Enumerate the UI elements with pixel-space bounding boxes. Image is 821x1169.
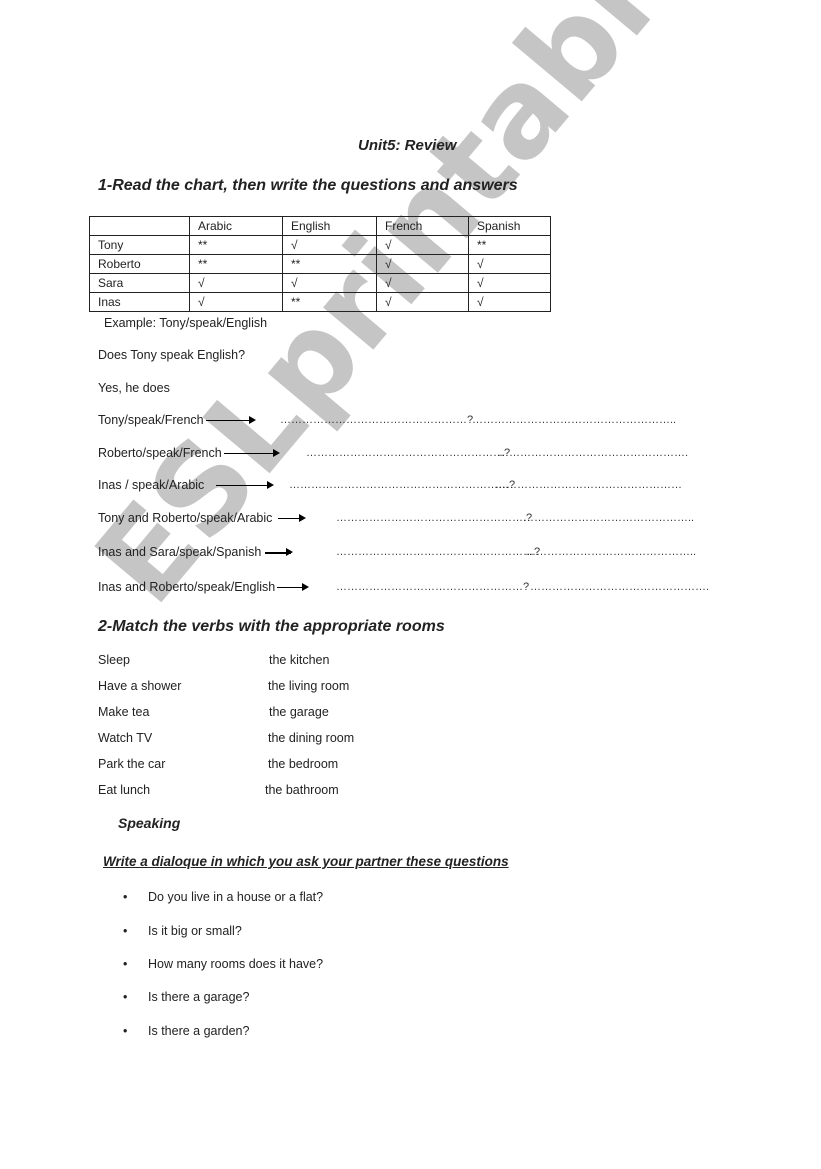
prompt-cue: Tony and Roberto/speak/Arabic bbox=[98, 511, 273, 525]
chart-cell: Tony bbox=[89, 235, 190, 255]
chart-cell: √ bbox=[189, 273, 283, 293]
answer-blank[interactable]: ……………………………………….. bbox=[523, 512, 694, 524]
chart-row: Roberto ** ** √ √ bbox=[89, 254, 551, 274]
chart-cell bbox=[89, 216, 190, 236]
question-blank[interactable]: ………………………………………………? bbox=[306, 447, 510, 459]
room-item: the kitchen bbox=[269, 653, 330, 667]
chart-cell: √ bbox=[468, 254, 551, 274]
chart-cell: ** bbox=[282, 292, 377, 312]
question-item: • Do you live in a house or a flat? bbox=[123, 890, 324, 904]
prompt-row: Inas / speak/Arabic bbox=[98, 478, 275, 492]
bullet-icon: • bbox=[123, 890, 128, 904]
bullet-icon: • bbox=[123, 1024, 128, 1038]
prompt-cue: Tony/speak/French bbox=[98, 413, 204, 427]
chart-cell: ** bbox=[189, 254, 283, 274]
chart-cell: ** bbox=[189, 235, 283, 255]
chart-header: Spanish bbox=[468, 216, 551, 236]
prompt-row: Inas and Roberto/speak/English bbox=[98, 580, 310, 594]
verb-item: Make tea bbox=[98, 705, 150, 719]
chart-cell: √ bbox=[468, 292, 551, 312]
chart-cell: √ bbox=[376, 235, 469, 255]
prompt-cue: Inas / speak/Arabic bbox=[98, 478, 205, 492]
prompt-row: Roberto/speak/French bbox=[98, 446, 280, 460]
prompt-row: Tony/speak/French bbox=[98, 413, 256, 427]
question-text: Is there a garden? bbox=[148, 1024, 250, 1038]
answer-blank[interactable]: …………………………………………… bbox=[495, 479, 682, 491]
arrow-icon bbox=[277, 583, 310, 592]
section1-heading: 1-Read the chart, then write the questio… bbox=[98, 177, 518, 194]
room-item: the dining room bbox=[268, 731, 355, 745]
answer-blank[interactable]: ……………………………………………….. bbox=[472, 414, 676, 426]
question-item: • Is there a garden? bbox=[123, 1024, 250, 1038]
answer-blank[interactable]: ……………………………………………. bbox=[498, 447, 688, 459]
chart-row: Inas √ ** √ √ bbox=[89, 292, 551, 312]
chart-cell: Inas bbox=[89, 292, 190, 312]
prompt-row: Inas and Sara/speak/Spanish bbox=[98, 545, 294, 559]
chart-cell: ** bbox=[468, 235, 551, 255]
chart-cell: Roberto bbox=[89, 254, 190, 274]
bullet-icon: • bbox=[123, 924, 128, 938]
answer-blank[interactable]: …………………………………………. bbox=[530, 581, 709, 593]
chart-cell: √ bbox=[376, 273, 469, 293]
room-item: the bedroom bbox=[268, 757, 339, 771]
section2-heading: 2-Match the verbs with the appropriate r… bbox=[98, 618, 445, 635]
prompt-cue: Roberto/speak/French bbox=[98, 446, 222, 460]
answer-blank[interactable]: ……………………………………….. bbox=[525, 546, 696, 558]
question-blank[interactable]: ………………………………………………? bbox=[336, 546, 540, 558]
chart-cell: √ bbox=[376, 292, 469, 312]
watermark: ESLprintables.com bbox=[70, 0, 821, 630]
page-title: Unit5: Review bbox=[358, 137, 457, 154]
question-blank[interactable]: …………………………………………….? bbox=[336, 512, 532, 524]
arrow-icon bbox=[216, 481, 275, 490]
chart-header: Arabic bbox=[189, 216, 283, 236]
verb-item: Eat lunch bbox=[98, 783, 151, 797]
prompt-row: Tony and Roberto/speak/Arabic bbox=[98, 511, 307, 525]
chart-cell: √ bbox=[189, 292, 283, 312]
chart-header: French bbox=[376, 216, 469, 236]
question-blank[interactable]: ……………………………………………? bbox=[336, 581, 529, 593]
bullet-icon: • bbox=[123, 957, 128, 971]
verb-item: Park the car bbox=[98, 757, 166, 771]
question-item: • Is it big or small? bbox=[123, 924, 242, 938]
chart-row: Sara √ √ √ √ bbox=[89, 273, 551, 293]
chart-cell: Sara bbox=[89, 273, 190, 293]
prompt-cue: Inas and Sara/speak/Spanish bbox=[98, 545, 262, 559]
question-text: Is there a garage? bbox=[148, 990, 250, 1004]
question-text: Is it big or small? bbox=[148, 924, 242, 938]
example-label: Example: Tony/speak/English bbox=[104, 316, 268, 330]
chart-header: English bbox=[282, 216, 377, 236]
chart-header-row: Arabic English French Spanish bbox=[89, 216, 551, 236]
verb-item: Watch TV bbox=[98, 731, 153, 745]
chart-cell: √ bbox=[282, 235, 377, 255]
languages-chart: Arabic English French Spanish Tony ** √ … bbox=[89, 216, 551, 312]
question-text: Do you live in a house or a flat? bbox=[148, 890, 324, 904]
arrow-icon bbox=[278, 514, 307, 523]
room-item: the garage bbox=[269, 705, 329, 719]
question-item: • How many rooms does it have? bbox=[123, 957, 324, 971]
question-blank[interactable]: ……………………………………………………? bbox=[289, 479, 515, 491]
room-item: the bathroom bbox=[265, 783, 339, 797]
question-item: • Is there a garage? bbox=[123, 990, 250, 1004]
bullet-icon: • bbox=[123, 990, 128, 1004]
prompt-cue: Inas and Roberto/speak/English bbox=[98, 580, 276, 594]
arrow-icon bbox=[223, 449, 280, 458]
room-item: the living room bbox=[268, 679, 350, 693]
speaking-instruction: Write a dialoque in which you ask your p… bbox=[103, 854, 509, 869]
verb-item: Have a shower bbox=[98, 679, 182, 693]
chart-row: Tony ** √ √ ** bbox=[89, 235, 551, 255]
chart-cell: √ bbox=[282, 273, 377, 293]
arrow-icon bbox=[205, 416, 256, 425]
chart-cell: √ bbox=[468, 273, 551, 293]
example-question: Does Tony speak English? bbox=[98, 348, 246, 362]
question-blank[interactable]: ……………………………………………? bbox=[280, 414, 473, 426]
chart-cell: √ bbox=[376, 254, 469, 274]
verb-item: Sleep bbox=[98, 653, 130, 667]
example-answer: Yes, he does bbox=[98, 381, 170, 395]
speaking-heading: Speaking bbox=[118, 815, 181, 831]
question-text: How many rooms does it have? bbox=[148, 957, 324, 971]
chart-cell: ** bbox=[282, 254, 377, 274]
arrow-icon bbox=[265, 547, 294, 556]
